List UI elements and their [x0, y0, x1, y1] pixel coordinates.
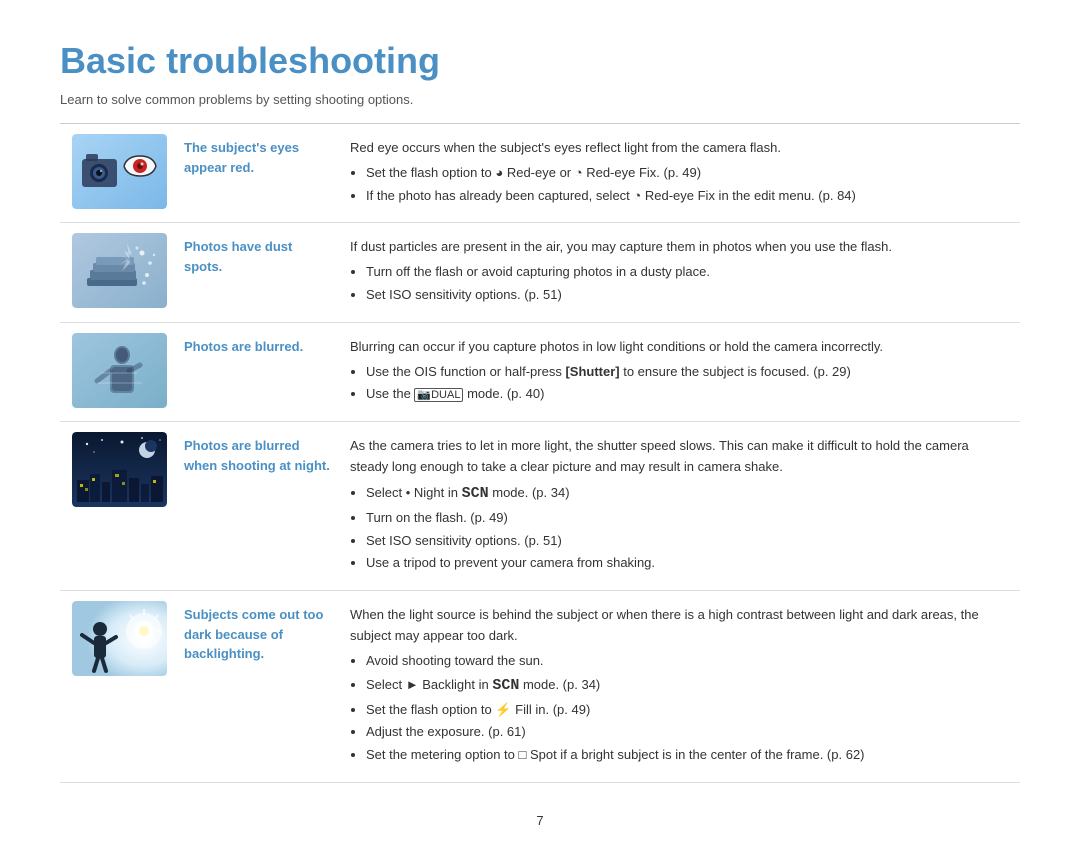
table-row: Subjects come out too dark because of ba…	[60, 591, 1020, 783]
bullet-item: Turn off the flash or avoid capturing ph…	[366, 262, 1010, 283]
bullet-list: Avoid shooting toward the sun.Select ► B…	[366, 651, 1010, 766]
page-number: 7	[60, 813, 1020, 828]
table-row: Photos have dust spots. If dust particles…	[60, 223, 1020, 322]
bullet-item: If the photo has already been captured, …	[366, 186, 1010, 207]
troubleshooting-table: The subject's eyes appear red. Red eye oc…	[60, 124, 1020, 783]
bullet-item: Select ► Backlight in SCN mode. (p. 34)	[366, 674, 1010, 698]
row-label-blurred: Photos are blurred.	[180, 322, 340, 421]
bullet-list: Set the flash option to ◕ Red-eye or ◔ R…	[366, 163, 1010, 207]
content-intro: When the light source is behind the subj…	[350, 605, 1010, 647]
row-content-blurred: Blurring can occur if you capture photos…	[340, 322, 1020, 421]
content-intro: As the camera tries to let in more light…	[350, 436, 1010, 478]
row-image-red-eye	[60, 124, 180, 223]
bullet-list: Select • Night in SCN mode. (p. 34)Turn …	[366, 482, 1010, 574]
bullet-item: Select • Night in SCN mode. (p. 34)	[366, 482, 1010, 506]
content-intro: Red eye occurs when the subject's eyes r…	[350, 138, 1010, 159]
table-row: The subject's eyes appear red. Red eye oc…	[60, 124, 1020, 223]
row-content-backlight: When the light source is behind the subj…	[340, 591, 1020, 783]
content-intro: Blurring can occur if you capture photos…	[350, 337, 1010, 358]
bullet-item: Set the flash option to ◕ Red-eye or ◔ R…	[366, 163, 1010, 184]
page-subtitle: Learn to solve common problems by settin…	[60, 92, 1020, 107]
row-content-red-eye: Red eye occurs when the subject's eyes r…	[340, 124, 1020, 223]
bullet-item: Set the flash option to ⚡ Fill in. (p. 4…	[366, 700, 1010, 721]
bullet-item: Turn on the flash. (p. 49)	[366, 508, 1010, 529]
row-label-backlight: Subjects come out too dark because of ba…	[180, 591, 340, 783]
row-label-dust: Photos have dust spots.	[180, 223, 340, 322]
page-title: Basic troubleshooting	[60, 40, 1020, 82]
bullet-item: Set the metering option to □ Spot if a b…	[366, 745, 1010, 766]
table-row: Photos are blurred when shooting at nigh…	[60, 422, 1020, 591]
row-image-blurred	[60, 322, 180, 421]
bullet-list: Turn off the flash or avoid capturing ph…	[366, 262, 1010, 306]
row-content-dust: If dust particles are present in the air…	[340, 223, 1020, 322]
table-row: Photos are blurred. Blurring can occur if…	[60, 322, 1020, 421]
bullet-item: Use a tripod to prevent your camera from…	[366, 553, 1010, 574]
row-image-dust	[60, 223, 180, 322]
row-label-night: Photos are blurred when shooting at nigh…	[180, 422, 340, 591]
row-image-night	[60, 422, 180, 591]
row-label-red-eye: The subject's eyes appear red.	[180, 124, 340, 223]
bullet-item: Set ISO sensitivity options. (p. 51)	[366, 531, 1010, 552]
row-image-backlight	[60, 591, 180, 783]
bullet-item: Use the OIS function or half-press [Shut…	[366, 362, 1010, 383]
bullet-item: Use the 📷DUAL mode. (p. 40)	[366, 384, 1010, 405]
row-content-night: As the camera tries to let in more light…	[340, 422, 1020, 591]
content-intro: If dust particles are present in the air…	[350, 237, 1010, 258]
bullet-list: Use the OIS function or half-press [Shut…	[366, 362, 1010, 406]
bullet-item: Avoid shooting toward the sun.	[366, 651, 1010, 672]
bullet-item: Set ISO sensitivity options. (p. 51)	[366, 285, 1010, 306]
bullet-item: Adjust the exposure. (p. 61)	[366, 722, 1010, 743]
